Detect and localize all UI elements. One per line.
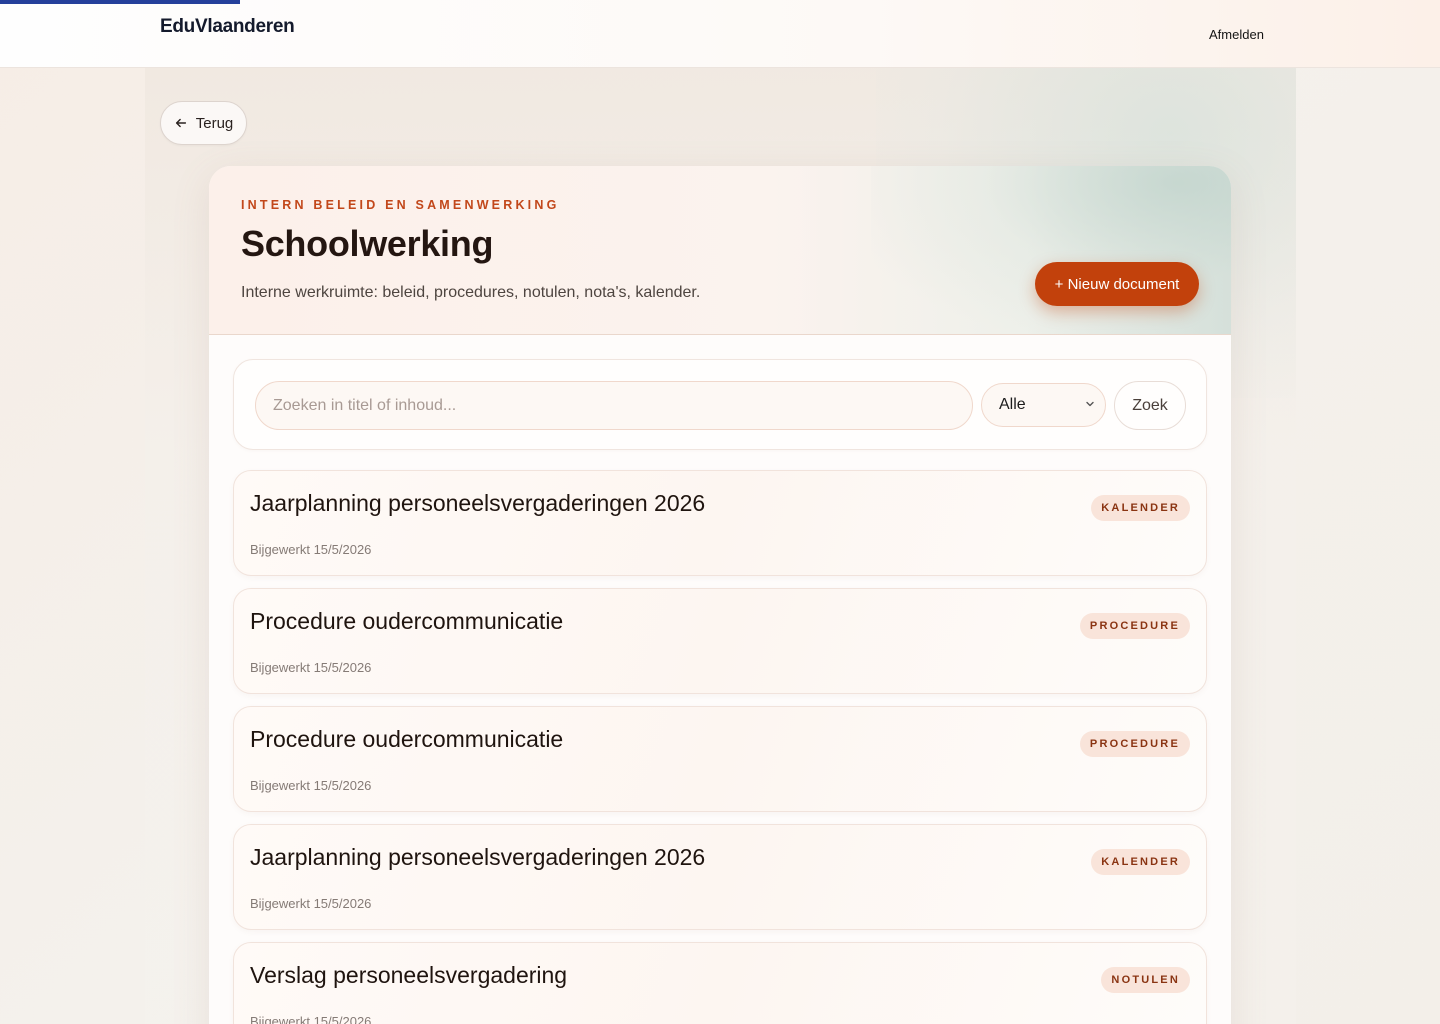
document-title: Procedure oudercommunicatie xyxy=(250,726,564,752)
back-button-label: Terug xyxy=(195,114,234,132)
brand-logo[interactable]: EduVlaanderen xyxy=(160,16,295,38)
document-item[interactable]: Procedure oudercommunicatie Bijgewerkt 1… xyxy=(233,706,1207,812)
document-updated: Bijgewerkt 15/5/2026 xyxy=(250,896,372,911)
section-kicker: INTERN BELEID EN SAMENWERKING xyxy=(241,198,560,212)
document-item[interactable]: Procedure oudercommunicatie Bijgewerkt 1… xyxy=(233,588,1207,694)
new-document-button[interactable]: + Nieuw document xyxy=(1035,262,1199,306)
document-title: Jaarplanning personeelsvergaderingen 202… xyxy=(250,844,706,870)
document-title: Verslag personeelsvergadering xyxy=(250,962,568,988)
arrow-left-icon xyxy=(175,118,186,128)
document-type-badge: PROCEDURE xyxy=(1079,613,1190,639)
document-type-badge: NOTULEN xyxy=(1101,967,1190,993)
top-bar: EduVlaanderen Afmelden xyxy=(0,0,1440,68)
document-updated: Bijgewerkt 15/5/2026 xyxy=(250,778,372,793)
document-type-badge: KALENDER xyxy=(1091,849,1190,875)
document-updated: Bijgewerkt 15/5/2026 xyxy=(250,660,372,675)
page-title: Schoolwerking xyxy=(241,223,494,264)
type-filter-value: Alle xyxy=(999,396,1026,413)
document-item[interactable]: Jaarplanning personeelsvergaderingen 202… xyxy=(233,470,1207,576)
chevron-down-icon xyxy=(1086,401,1094,407)
back-button[interactable]: Terug xyxy=(160,101,247,145)
main-card: INTERN BELEID EN SAMENWERKING Schoolwerk… xyxy=(209,166,1231,1024)
document-updated: Bijgewerkt 15/5/2026 xyxy=(250,542,372,557)
page-subtitle: Interne werkruimte: beleid, procedures, … xyxy=(241,284,701,301)
logout-link[interactable]: Afmelden xyxy=(1209,27,1264,42)
document-title: Jaarplanning personeelsvergaderingen 202… xyxy=(250,490,706,516)
document-type-badge: PROCEDURE xyxy=(1079,731,1190,757)
search-button[interactable]: Zoek xyxy=(1114,381,1186,430)
document-item[interactable]: Jaarplanning personeelsvergaderingen 202… xyxy=(233,824,1207,930)
document-updated: Bijgewerkt 15/5/2026 xyxy=(250,1014,372,1024)
search-input[interactable] xyxy=(255,381,973,430)
hero-section: INTERN BELEID EN SAMENWERKING Schoolwerk… xyxy=(209,166,1231,335)
search-panel: Alle Zoek xyxy=(233,359,1207,450)
document-title: Procedure oudercommunicatie xyxy=(250,608,564,634)
document-type-badge: KALENDER xyxy=(1091,495,1190,521)
document-item[interactable]: Verslag personeelsvergadering Bijgewerkt… xyxy=(233,942,1207,1024)
progress-line xyxy=(0,0,240,4)
type-filter-select[interactable]: Alle xyxy=(981,383,1106,427)
